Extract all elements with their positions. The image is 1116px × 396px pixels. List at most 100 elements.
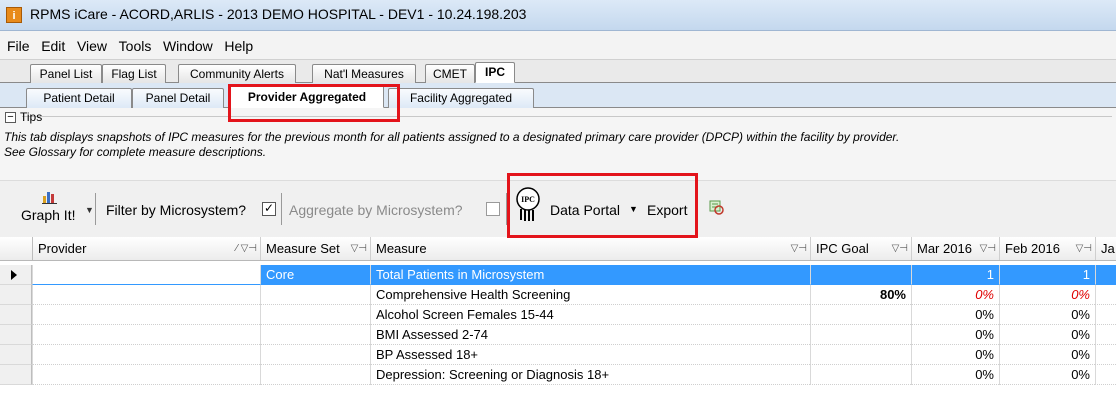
menu-view[interactable]: View <box>73 31 111 54</box>
column-header-measure[interactable]: Measure ▽⊣ <box>370 237 810 260</box>
tips-text-line: This tab displays snapshots of IPC measu… <box>4 130 900 144</box>
table-row[interactable]: Comprehensive Health Screening 80% 0% 0% <box>0 285 1116 305</box>
cell-mar-2016[interactable]: 0% <box>911 305 999 325</box>
cell-provider[interactable] <box>32 265 260 285</box>
filter-icon[interactable]: ▽⊣ <box>351 237 367 260</box>
row-header[interactable] <box>0 345 32 365</box>
filter-icon[interactable]: ▽⊣ <box>892 237 908 260</box>
row-header[interactable] <box>0 305 32 325</box>
tab-community-alerts[interactable]: Community Alerts <box>178 64 296 83</box>
graph-it-button[interactable]: Graph It! <box>21 207 75 223</box>
filter-microsystem-checkbox[interactable]: ✓ <box>262 202 276 216</box>
cell-jan-2016[interactable] <box>1095 345 1116 365</box>
cell-provider[interactable] <box>32 345 260 365</box>
table-row[interactable]: Alcohol Screen Females 15-44 0% 0% <box>0 305 1116 325</box>
table-row[interactable]: Depression: Screening or Diagnosis 18+ 0… <box>0 365 1116 385</box>
window-title: RPMS iCare - ACORD,ARLIS - 2013 DEMO HOS… <box>30 6 527 22</box>
cell-feb-2016[interactable]: 0% <box>999 285 1095 305</box>
tab-patient-detail[interactable]: Patient Detail <box>26 88 132 108</box>
tab-facility-aggregated[interactable]: Facility Aggregated <box>388 88 534 108</box>
column-header-jan-2016[interactable]: Ja <box>1095 237 1116 260</box>
cell-jan-2016[interactable] <box>1095 305 1116 325</box>
cell-jan-2016[interactable] <box>1095 365 1116 385</box>
column-header-feb-2016[interactable]: Feb 2016 ▽⊣ <box>999 237 1095 260</box>
cell-provider[interactable] <box>32 305 260 325</box>
cell-measure[interactable]: Comprehensive Health Screening <box>370 285 810 305</box>
row-header[interactable] <box>0 285 32 305</box>
filter-icon[interactable]: ▽⊣ <box>980 237 996 260</box>
menu-tools[interactable]: Tools <box>115 31 156 54</box>
cell-ipc-goal[interactable] <box>810 365 911 385</box>
column-header-mar-2016[interactable]: Mar 2016 ▽⊣ <box>911 237 999 260</box>
tab-flag-list[interactable]: Flag List <box>102 64 166 83</box>
cell-mar-2016[interactable]: 0% <box>911 285 999 305</box>
cell-mar-2016[interactable]: 0% <box>911 325 999 345</box>
chevron-down-icon[interactable]: ▼ <box>629 204 638 214</box>
menu-bar: File Edit View Tools Window Help <box>0 31 1116 60</box>
tab-provider-aggregated[interactable]: Provider Aggregated <box>230 85 384 108</box>
cell-measure-set[interactable] <box>260 345 370 365</box>
row-header[interactable] <box>0 365 32 385</box>
cell-jan-2016[interactable] <box>1095 265 1116 285</box>
cell-measure[interactable]: BP Assessed 18+ <box>370 345 810 365</box>
column-header-measure-set[interactable]: Measure Set ▽⊣ <box>260 237 370 260</box>
table-row[interactable]: BP Assessed 18+ 0% 0% <box>0 345 1116 365</box>
ipc-logo-icon: IPC <box>516 187 540 221</box>
table-row[interactable]: Core Total Patients in Microsystem 1 1 <box>0 265 1116 285</box>
cell-jan-2016[interactable] <box>1095 325 1116 345</box>
cell-jan-2016[interactable] <box>1095 285 1116 305</box>
cell-mar-2016[interactable]: 0% <box>911 345 999 365</box>
cell-measure[interactable]: BMI Assessed 2-74 <box>370 325 810 345</box>
cell-provider[interactable] <box>32 285 260 305</box>
row-header[interactable] <box>0 325 32 345</box>
column-header-label: Ja <box>1101 241 1115 256</box>
filter-icon[interactable]: ⁄ ▽⊣ <box>236 237 257 260</box>
cell-mar-2016[interactable]: 0% <box>911 365 999 385</box>
column-header-provider[interactable]: Provider ⁄ ▽⊣ <box>32 237 260 260</box>
cell-measure[interactable]: Depression: Screening or Diagnosis 18+ <box>370 365 810 385</box>
refresh-icon[interactable] <box>708 199 724 215</box>
collapse-icon[interactable]: − <box>5 112 16 123</box>
tab-panel-detail[interactable]: Panel Detail <box>132 88 224 108</box>
cell-measure-set[interactable] <box>260 285 370 305</box>
cell-ipc-goal[interactable] <box>810 345 911 365</box>
cell-measure[interactable]: Alcohol Screen Females 15-44 <box>370 305 810 325</box>
menu-help[interactable]: Help <box>220 31 257 54</box>
cell-measure-set[interactable]: Core <box>260 265 370 285</box>
export-button[interactable]: Export <box>647 202 687 218</box>
cell-measure-set[interactable] <box>260 305 370 325</box>
column-header-ipc-goal[interactable]: IPC Goal ▽⊣ <box>810 237 911 260</box>
tab-cmet[interactable]: CMET <box>425 64 475 83</box>
tab-ipc[interactable]: IPC <box>475 62 515 83</box>
menu-window[interactable]: Window <box>159 31 217 54</box>
filter-icon[interactable]: ▽⊣ <box>1076 237 1092 260</box>
cell-feb-2016[interactable]: 0% <box>999 345 1095 365</box>
chevron-down-icon[interactable]: ▼ <box>85 205 94 215</box>
filter-icon[interactable]: ▽⊣ <box>791 237 807 260</box>
cell-ipc-goal[interactable] <box>810 265 911 285</box>
cell-feb-2016[interactable]: 0% <box>999 305 1095 325</box>
cell-measure-set[interactable] <box>260 325 370 345</box>
cell-mar-2016[interactable]: 1 <box>911 265 999 285</box>
tab-panel-list[interactable]: Panel List <box>30 64 102 83</box>
cell-provider[interactable] <box>32 325 260 345</box>
cell-feb-2016[interactable]: 0% <box>999 325 1095 345</box>
cell-feb-2016[interactable]: 1 <box>999 265 1095 285</box>
current-row-icon <box>11 270 17 280</box>
cell-measure-set[interactable] <box>260 365 370 385</box>
tab-natl-measures[interactable]: Nat'l Measures <box>312 64 416 83</box>
row-header[interactable] <box>0 265 32 285</box>
cell-ipc-goal[interactable] <box>810 325 911 345</box>
cell-provider[interactable] <box>32 365 260 385</box>
grid-header: Provider ⁄ ▽⊣ Measure Set ▽⊣ Measure ▽⊣ IPC… <box>0 237 1116 261</box>
table-row[interactable]: BMI Assessed 2-74 0% 0% <box>0 325 1116 345</box>
cell-ipc-goal[interactable] <box>810 305 911 325</box>
cell-ipc-goal[interactable]: 80% <box>810 285 911 305</box>
menu-file[interactable]: File <box>0 31 34 54</box>
menu-edit[interactable]: Edit <box>37 31 69 54</box>
aggregate-microsystem-checkbox[interactable] <box>486 202 500 216</box>
data-portal-button[interactable]: Data Portal <box>550 202 620 218</box>
cell-feb-2016[interactable]: 0% <box>999 365 1095 385</box>
cell-measure[interactable]: Total Patients in Microsystem <box>370 265 810 285</box>
bar-chart-icon[interactable] <box>42 190 58 204</box>
